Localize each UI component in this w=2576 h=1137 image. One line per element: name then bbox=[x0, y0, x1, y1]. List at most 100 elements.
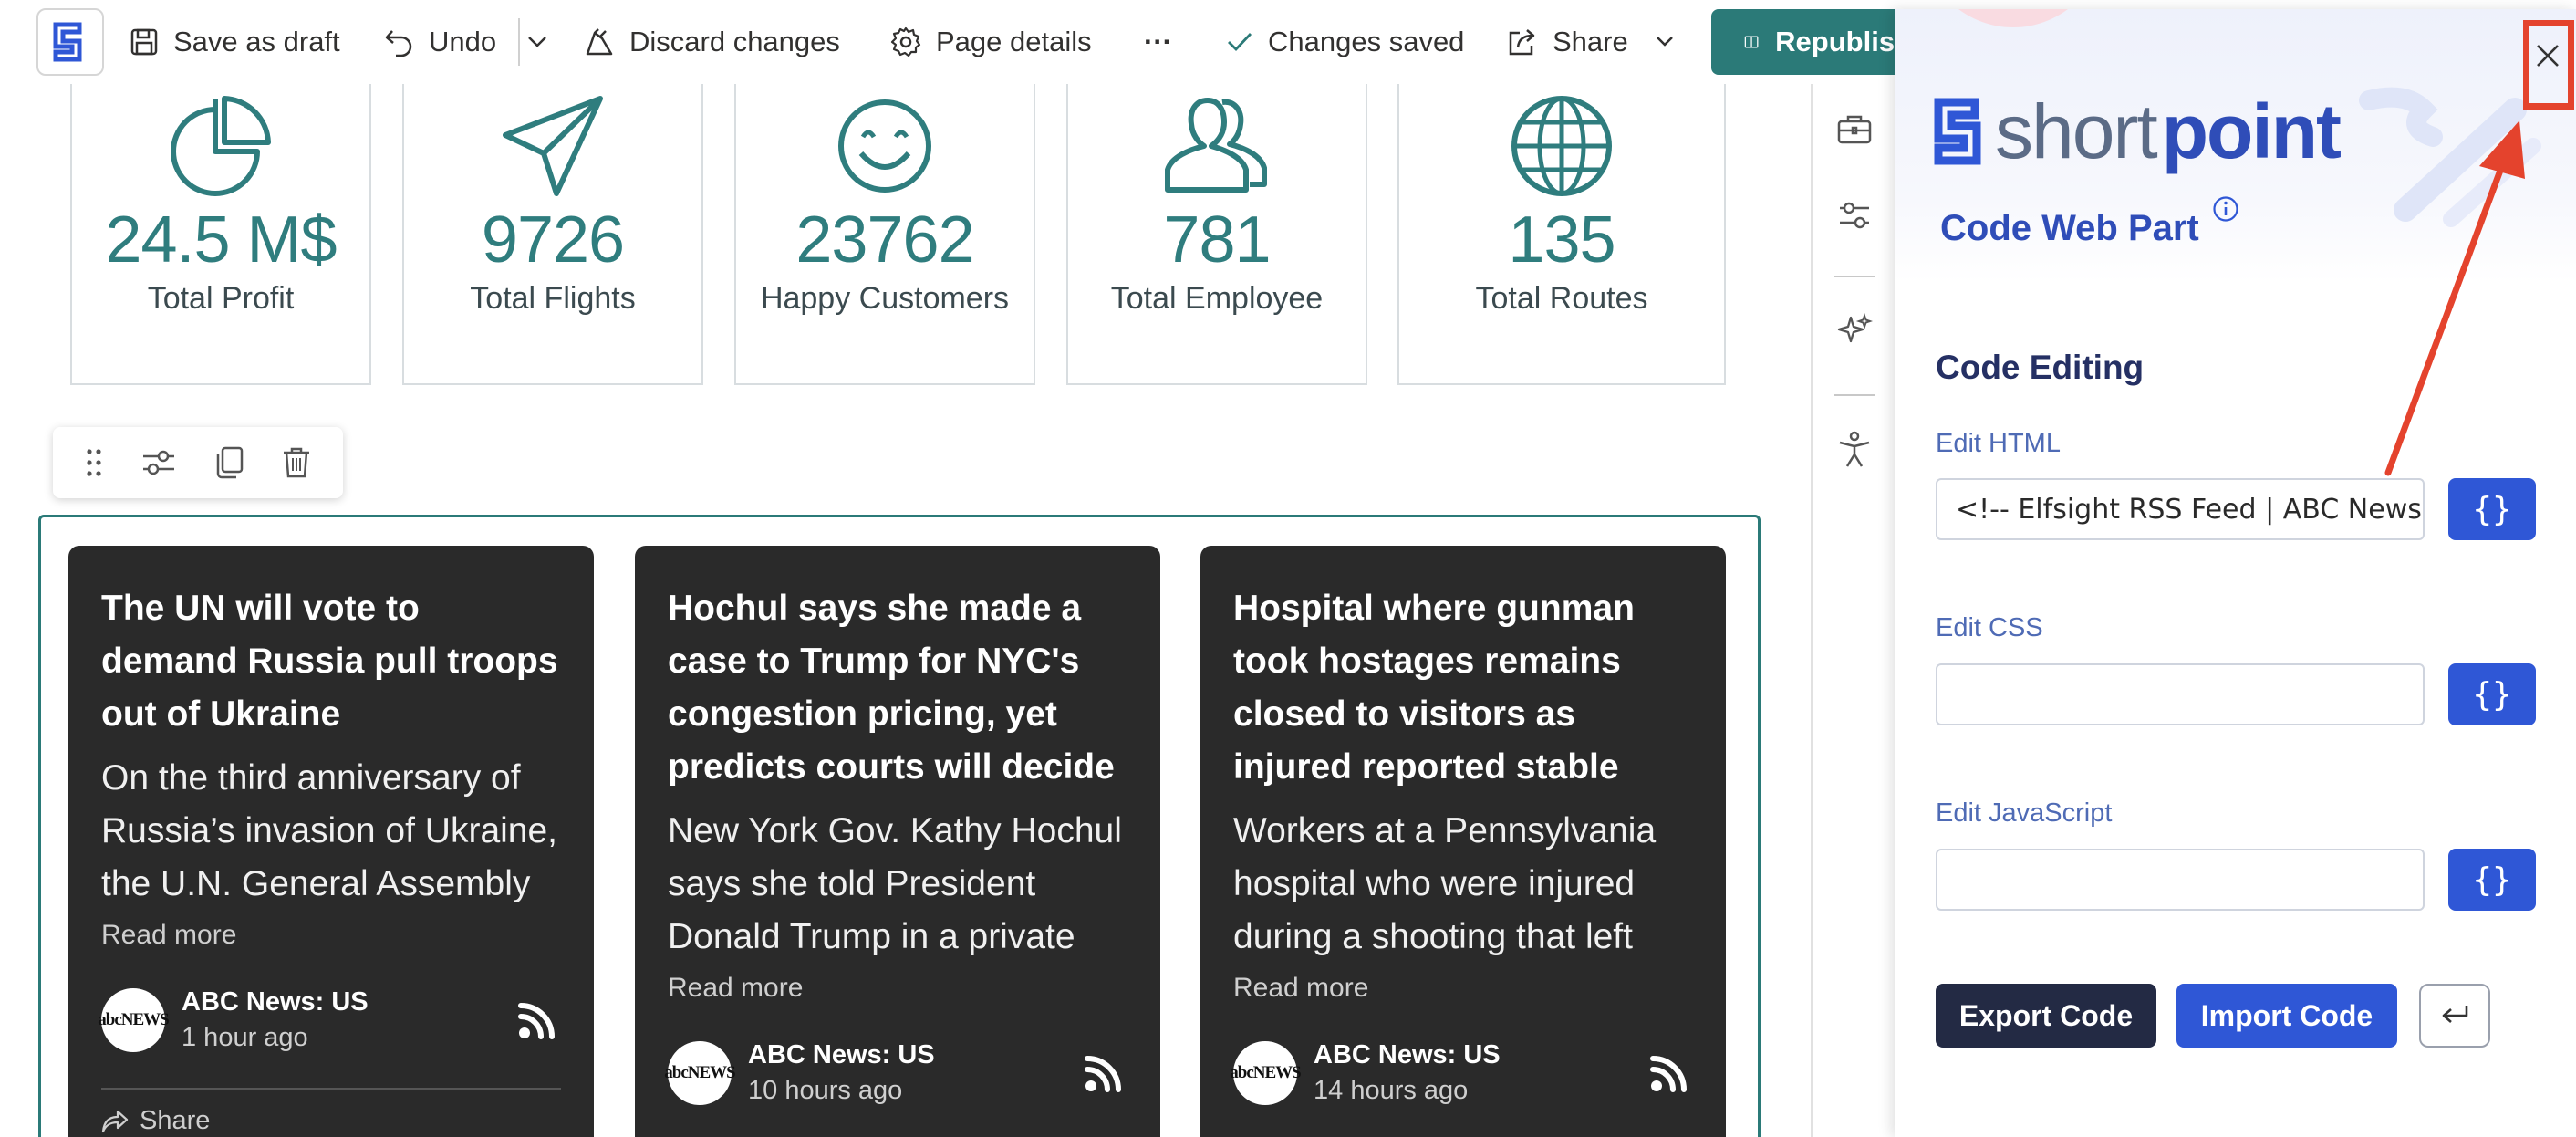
source-name: ABC News: US bbox=[182, 987, 369, 1017]
rss-icon[interactable] bbox=[517, 1000, 557, 1040]
edit-html-label: Edit HTML bbox=[1936, 429, 2061, 458]
stat-label: Total Flights bbox=[470, 280, 636, 316]
changes-saved-label: Changes saved bbox=[1268, 26, 1465, 57]
stat-value: 9726 bbox=[481, 203, 625, 276]
stat-label: Happy Customers bbox=[760, 280, 1010, 316]
top-toolbar: Save as draft Undo Discard changes Page … bbox=[0, 0, 1912, 84]
source-name: ABC News: US bbox=[748, 1040, 935, 1069]
brand-point-text: point bbox=[2161, 89, 2342, 174]
chevron-down-icon bbox=[1656, 37, 1673, 47]
share-label: Share bbox=[140, 1106, 211, 1135]
edit-css-input[interactable] bbox=[1936, 663, 2425, 725]
editor-side-rail bbox=[1811, 84, 1895, 1137]
rail-divider bbox=[1834, 394, 1875, 396]
read-more-link[interactable]: Read more bbox=[1233, 973, 1693, 1004]
divider bbox=[101, 1088, 561, 1090]
chevron-down-icon bbox=[528, 37, 546, 47]
news-card[interactable]: Hochul says she made a case to Trump for… bbox=[635, 546, 1160, 1137]
news-card[interactable]: Hospital where gunman took hostages rema… bbox=[1200, 546, 1726, 1137]
delete-icon[interactable] bbox=[282, 446, 311, 479]
news-title[interactable]: Hochul says she made a case to Trump for… bbox=[668, 582, 1127, 794]
edit-javascript-code-button[interactable]: {} bbox=[2448, 849, 2536, 911]
news-excerpt: Workers at a Pennsylvania hospital who w… bbox=[1233, 811, 1657, 956]
smiley-icon bbox=[838, 99, 931, 193]
export-code-button[interactable]: Export Code bbox=[1936, 984, 2156, 1048]
republish-button[interactable]: Republish bbox=[1711, 9, 1912, 75]
toolbox-icon[interactable] bbox=[1836, 113, 1873, 146]
import-code-button[interactable]: Import Code bbox=[2176, 984, 2397, 1048]
pie-chart-icon bbox=[171, 96, 271, 196]
stat-value: 781 bbox=[1163, 203, 1271, 276]
share-icon bbox=[1509, 29, 1535, 56]
accessibility-icon[interactable] bbox=[1836, 431, 1873, 469]
source-name: ABC News: US bbox=[1314, 1040, 1501, 1069]
read-more-link[interactable]: Read more bbox=[668, 973, 1127, 1004]
share-button[interactable]: Share bbox=[1507, 16, 1674, 68]
drag-handle-icon[interactable] bbox=[85, 447, 103, 478]
news-card[interactable]: The UN will vote to demand Russia pull t… bbox=[68, 546, 594, 1137]
rss-icon[interactable] bbox=[1649, 1053, 1689, 1093]
info-icon[interactable] bbox=[2212, 195, 2239, 223]
brand-short-text: short bbox=[1995, 89, 2158, 174]
abc-news-logo: abcNEWS bbox=[1230, 1041, 1302, 1105]
rss-icon[interactable] bbox=[1084, 1053, 1124, 1093]
checkmark-icon bbox=[1228, 33, 1252, 52]
edit-html-code-button[interactable]: {} bbox=[2448, 478, 2536, 540]
stat-card-routes[interactable]: 135 Total Routes bbox=[1397, 84, 1726, 385]
news-source: abcNEWS ABC News: US 10 hours ago bbox=[664, 1040, 1127, 1106]
edit-html-input[interactable]: <!-- Elfsight RSS Feed | ABC News bbox=[1936, 478, 2425, 540]
decorative-wave-icon bbox=[2359, 87, 2541, 227]
save-as-draft-label: Save as draft bbox=[173, 26, 340, 57]
news-title[interactable]: Hospital where gunman took hostages rema… bbox=[1233, 582, 1693, 794]
undo-icon bbox=[385, 30, 412, 57]
undo-label: Undo bbox=[429, 26, 497, 57]
stat-card-profit[interactable]: 24.5 M$ Total Profit bbox=[70, 84, 371, 385]
discard-changes-label: Discard changes bbox=[629, 26, 840, 57]
rail-divider bbox=[1834, 276, 1875, 277]
edit-css-code-button[interactable]: {} bbox=[2448, 663, 2536, 725]
stat-label: Total Employee bbox=[1110, 280, 1324, 316]
undo-button[interactable]: Undo bbox=[383, 16, 496, 68]
stat-value: 23762 bbox=[795, 203, 974, 276]
settings-sliders-icon[interactable] bbox=[141, 448, 176, 477]
save-icon bbox=[130, 28, 158, 56]
edit-css-label: Edit CSS bbox=[1936, 613, 2043, 642]
share-arrow-icon bbox=[101, 1110, 129, 1132]
edit-javascript-input[interactable] bbox=[1936, 849, 2425, 911]
annotation-highlight-box bbox=[2523, 20, 2574, 110]
changes-saved-status: Changes saved bbox=[1226, 16, 1464, 68]
page-details-button[interactable]: Page details bbox=[890, 16, 1092, 68]
source-time: 14 hours ago bbox=[1314, 1076, 1469, 1105]
undo-dropdown-button[interactable] bbox=[527, 16, 547, 68]
return-arrow-icon bbox=[2442, 1006, 2468, 1023]
globe-icon bbox=[1511, 96, 1612, 196]
news-source: abcNEWS ABC News: US 14 hours ago bbox=[1230, 1040, 1693, 1106]
read-more-link[interactable]: Read more bbox=[101, 920, 561, 951]
duplicate-icon[interactable] bbox=[214, 446, 244, 479]
share-link[interactable]: Share bbox=[101, 1106, 561, 1136]
stat-value: 24.5 M$ bbox=[105, 203, 337, 276]
abc-news-logo: abcNEWS bbox=[98, 988, 170, 1052]
panel-title: Code Web Part bbox=[1940, 196, 2239, 249]
app-logo[interactable] bbox=[36, 8, 104, 76]
save-as-draft-button[interactable]: Save as draft bbox=[130, 16, 340, 68]
book-icon bbox=[1744, 36, 1759, 48]
stat-card-flights[interactable]: 9726 Total Flights bbox=[402, 84, 703, 385]
news-source: abcNEWS ABC News: US 1 hour ago bbox=[98, 987, 561, 1053]
stat-label: Total Profit bbox=[147, 280, 295, 316]
page-details-label: Page details bbox=[936, 26, 1092, 57]
discard-changes-button[interactable]: Discard changes bbox=[584, 16, 840, 68]
toolbar-divider bbox=[518, 18, 520, 66]
stat-card-customers[interactable]: 23762 Happy Customers bbox=[734, 84, 1035, 385]
abc-news-logo: abcNEWS bbox=[664, 1041, 736, 1105]
more-options-button[interactable]: ··· bbox=[1144, 16, 1172, 68]
paper-plane-icon bbox=[503, 96, 603, 196]
sparkle-icon[interactable] bbox=[1836, 312, 1873, 349]
republish-label: Republish bbox=[1775, 26, 1912, 57]
code-web-part-panel: short point Code Web Part bbox=[1895, 9, 2576, 1137]
news-title[interactable]: The UN will vote to demand Russia pull t… bbox=[101, 582, 561, 741]
source-time: 1 hour ago bbox=[182, 1023, 308, 1052]
return-button[interactable] bbox=[2419, 984, 2490, 1048]
settings-sliders-icon[interactable] bbox=[1836, 199, 1873, 232]
stat-card-employees[interactable]: 781 Total Employee bbox=[1066, 84, 1367, 385]
